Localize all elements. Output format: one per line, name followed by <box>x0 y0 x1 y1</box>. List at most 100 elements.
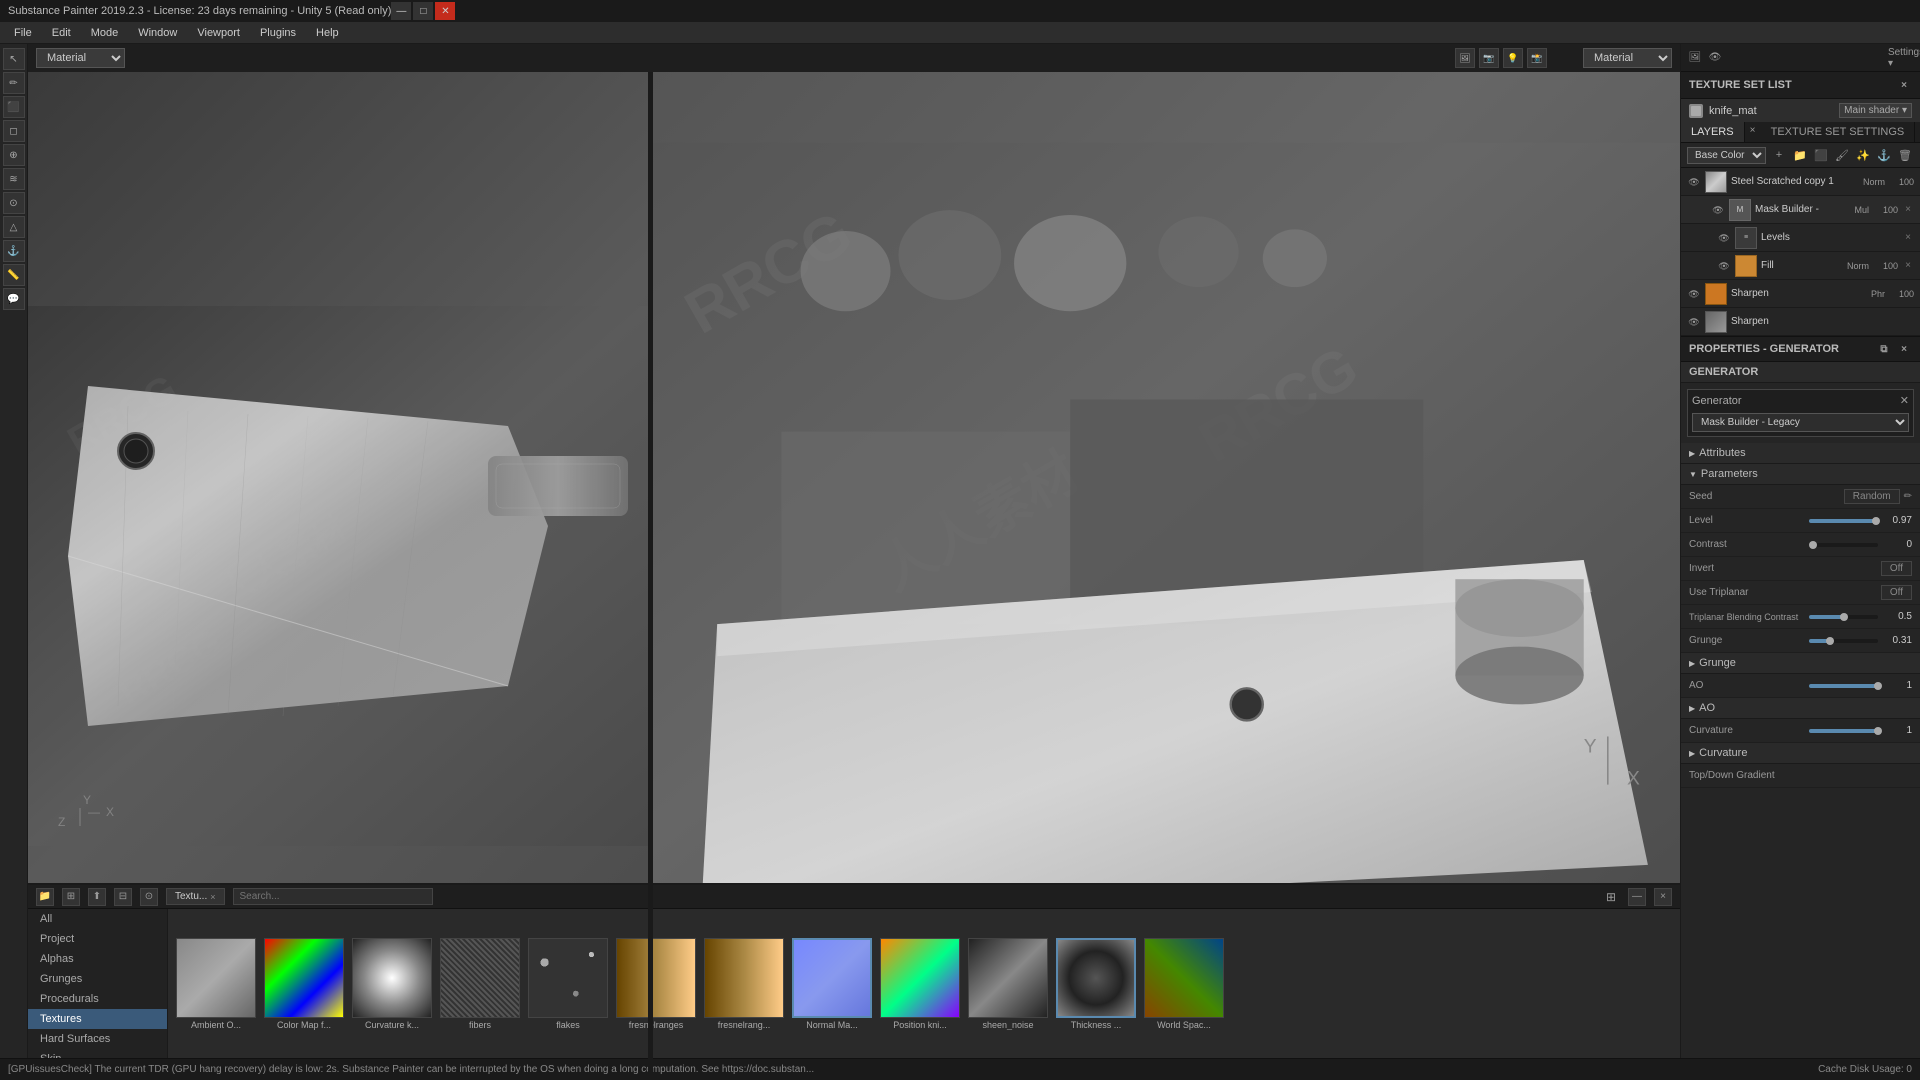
menu-window[interactable]: Window <box>128 25 187 41</box>
shelf-thumb-ambient[interactable]: Ambient O... <box>176 938 256 1030</box>
shelf-thumb-worldspace[interactable]: World Spac... <box>1144 938 1224 1030</box>
viewport-icon-camera[interactable]: 📷 <box>1479 48 1499 68</box>
shelf-thumb-img-sheen[interactable] <box>968 938 1048 1018</box>
menu-edit[interactable]: Edit <box>42 25 81 41</box>
tool-fill[interactable]: ⬛ <box>3 96 25 118</box>
shelf-thumb-img-colormap[interactable] <box>264 938 344 1018</box>
tab-texture-set-settings[interactable]: TEXTURE SET SETTINGS <box>1761 122 1916 142</box>
panel-icon-2[interactable]: 👁 <box>1707 50 1723 66</box>
shelf-thumb-fresnel1[interactable]: fresnelranges <box>616 938 696 1030</box>
shelf-thumb-flakes[interactable]: flakes <box>528 938 608 1030</box>
section-attributes[interactable]: Attributes <box>1681 443 1920 464</box>
channel-select[interactable]: Base Color Normal Roughness <box>1687 147 1766 164</box>
shelf-thumb-img-flakes[interactable] <box>528 938 608 1018</box>
shelf-thumb-curvature[interactable]: Curvature k... <box>352 938 432 1030</box>
mask-builder-close[interactable]: × <box>1902 204 1914 216</box>
panel-settings-btn[interactable]: Settings ▾ <box>1898 50 1914 66</box>
shelf-import-icon[interactable]: ⬆ <box>88 888 106 906</box>
shelf-thumb-img-ambient[interactable] <box>176 938 256 1018</box>
tool-select[interactable]: ↖ <box>3 48 25 70</box>
tool-measure[interactable]: 📏 <box>3 264 25 286</box>
shelf-nav-alphas[interactable]: Alphas <box>28 949 167 969</box>
layer-item-levels[interactable]: ≡ Levels × <box>1681 224 1920 252</box>
tool-anchor[interactable]: ⚓ <box>3 240 25 262</box>
ao-slider[interactable] <box>1809 684 1878 688</box>
minimize-button[interactable]: — <box>391 2 411 20</box>
sharpen1-visibility[interactable] <box>1687 287 1701 301</box>
shelf-nav-textures[interactable]: Textures <box>28 1009 167 1029</box>
shelf-filter-icon[interactable]: ⊟ <box>114 888 132 906</box>
shelf-thumb-img-fresnel1[interactable] <box>616 938 696 1018</box>
layer-add-btn[interactable]: + <box>1770 146 1788 164</box>
shelf-close-btn[interactable]: × <box>1654 888 1672 906</box>
contrast-slider[interactable] <box>1809 543 1878 547</box>
levels-visibility[interactable] <box>1717 231 1731 245</box>
viewport-icon-light[interactable]: 💡 <box>1503 48 1523 68</box>
shelf-thumb-colormap[interactable]: Color Map f... <box>264 938 344 1030</box>
shelf-search-input[interactable] <box>233 888 433 905</box>
tool-smudge[interactable]: ≋ <box>3 168 25 190</box>
shelf-minimize-btn[interactable]: — <box>1628 888 1646 906</box>
tool-picker[interactable]: ⊙ <box>3 192 25 214</box>
layer-item-steel-scratched[interactable]: Steel Scratched copy 1 Norm 100 <box>1681 168 1920 196</box>
left-viewport-mode-select[interactable]: Material Base Color Normal <box>36 48 125 68</box>
menu-help[interactable]: Help <box>306 25 349 41</box>
shelf-tab-close-icon[interactable]: × <box>210 892 215 902</box>
layer-fx-btn[interactable]: ✨ <box>1854 146 1872 164</box>
shelf-tab-textures[interactable]: Textu... × <box>166 888 225 905</box>
section-curvature[interactable]: Curvature <box>1681 743 1920 764</box>
shelf-nav-hard-surfaces[interactable]: Hard Surfaces <box>28 1029 167 1049</box>
shelf-nav-all[interactable]: All <box>28 909 167 929</box>
viewport-icon-render[interactable]: 🖼 <box>1455 48 1475 68</box>
shelf-thumb-img-fibers[interactable] <box>440 938 520 1018</box>
props-expand-btn[interactable]: ⧉ <box>1876 341 1892 357</box>
layer-folder-btn[interactable]: 📁 <box>1791 146 1809 164</box>
menu-file[interactable]: File <box>4 25 42 41</box>
shelf-search-icon[interactable]: ⊙ <box>140 888 158 906</box>
layer-item-sharpen-2[interactable]: Sharpen <box>1681 308 1920 336</box>
shelf-thumb-fibers[interactable]: fibers <box>440 938 520 1030</box>
tool-clone[interactable]: ⊕ <box>3 144 25 166</box>
menu-viewport[interactable]: Viewport <box>187 25 250 41</box>
texture-set-item-knife-mat[interactable]: knife_mat Main shader ▾ <box>1681 99 1920 122</box>
layer-delete-btn[interactable]: 🗑 <box>1896 146 1914 164</box>
layer-item-fill[interactable]: Fill Norm 100 × <box>1681 252 1920 280</box>
triplanar-value[interactable]: Off <box>1881 585 1912 600</box>
fill-visibility[interactable] <box>1717 259 1731 273</box>
shelf-thumb-img-position[interactable] <box>880 938 960 1018</box>
invert-value[interactable]: Off <box>1881 561 1912 576</box>
shelf-grid-icon[interactable]: ⊞ <box>62 888 80 906</box>
grunge-slider[interactable] <box>1809 639 1878 643</box>
levels-close[interactable]: × <box>1902 232 1914 244</box>
layer-item-mask-builder[interactable]: M Mask Builder - Mul 100 × <box>1681 196 1920 224</box>
shelf-nav-project[interactable]: Project <box>28 929 167 949</box>
shelf-thumb-img-worldspace[interactable] <box>1144 938 1224 1018</box>
shelf-thumb-img-thickness[interactable] <box>1056 938 1136 1018</box>
maximize-button[interactable]: □ <box>413 2 433 20</box>
shelf-thumb-fresnel2[interactable]: fresnelrang... <box>704 938 784 1030</box>
texture-set-list-close[interactable]: × <box>1896 77 1912 93</box>
mask-builder-visibility[interactable] <box>1711 203 1725 217</box>
shelf-view-toggle[interactable]: ⊞ <box>1602 888 1620 906</box>
layer-visibility-icon[interactable] <box>1687 175 1701 189</box>
shelf-thumb-position[interactable]: Position kni... <box>880 938 960 1030</box>
layers-tab-close[interactable]: × <box>1745 122 1761 138</box>
viewport-divider[interactable] <box>648 72 653 1080</box>
shelf-thumb-img-curvature[interactable] <box>352 938 432 1018</box>
layer-anchor-btn[interactable]: ⚓ <box>1875 146 1893 164</box>
tool-geometry[interactable]: △ <box>3 216 25 238</box>
viewport-icon-photo[interactable]: 📸 <box>1527 48 1547 68</box>
shelf-thumb-thickness[interactable]: Thickness ... <box>1056 938 1136 1030</box>
section-grunge[interactable]: Grunge <box>1681 653 1920 674</box>
tab-layers[interactable]: LAYERS <box>1681 122 1745 142</box>
section-ao[interactable]: AO <box>1681 698 1920 719</box>
shelf-thumb-img-normalmap[interactable] <box>792 938 872 1018</box>
props-close-btn[interactable]: × <box>1896 341 1912 357</box>
shelf-thumb-img-fresnel2[interactable] <box>704 938 784 1018</box>
tool-brush[interactable]: ✏ <box>3 72 25 94</box>
tool-comment[interactable]: 💬 <box>3 288 25 310</box>
shelf-nav-skin[interactable]: Skin <box>28 1049 167 1058</box>
generator-close-icon[interactable]: ✕ <box>1900 394 1909 407</box>
seed-edit-icon[interactable]: ✏ <box>1904 491 1912 502</box>
shelf-nav-procedurals[interactable]: Procedurals <box>28 989 167 1009</box>
